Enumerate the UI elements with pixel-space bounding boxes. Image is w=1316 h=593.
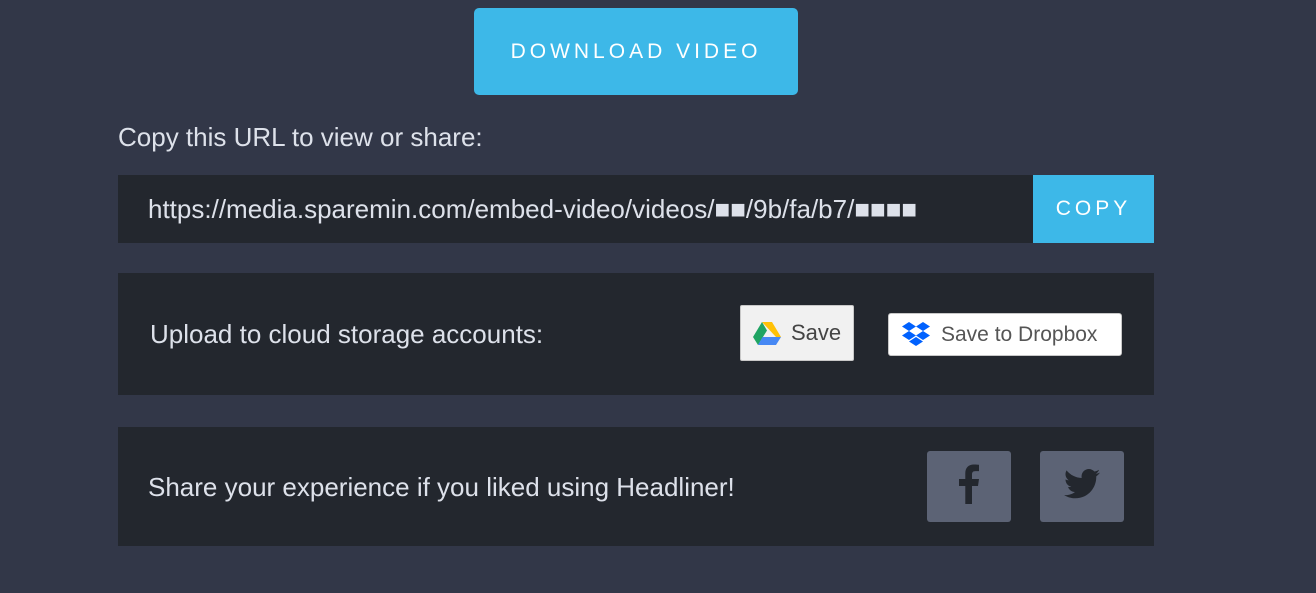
- cloud-upload-panel: Upload to cloud storage accounts: Save S…: [118, 273, 1154, 395]
- download-video-button[interactable]: DOWNLOAD VIDEO: [474, 8, 798, 95]
- twitter-icon: [1064, 469, 1100, 504]
- facebook-share-button[interactable]: [927, 451, 1011, 522]
- social-share-panel: Share your experience if you liked using…: [118, 427, 1154, 546]
- google-drive-icon: [753, 321, 781, 345]
- social-share-heading: Share your experience if you liked using…: [148, 472, 735, 502]
- cloud-upload-heading: Upload to cloud storage accounts:: [150, 319, 544, 349]
- facebook-icon: [958, 464, 980, 509]
- dropbox-save-label: Save to Dropbox: [941, 322, 1098, 346]
- google-drive-save-label: Save: [791, 320, 842, 345]
- save-to-google-drive-button[interactable]: Save: [740, 305, 854, 361]
- share-url-heading: Copy this URL to view or share:: [118, 122, 483, 152]
- share-url-row: https://media.sparemin.com/embed-video/v…: [118, 175, 1154, 243]
- save-to-dropbox-button[interactable]: Save to Dropbox: [888, 313, 1122, 356]
- dropbox-icon: [901, 321, 931, 348]
- twitter-share-button[interactable]: [1040, 451, 1124, 522]
- share-url-field[interactable]: https://media.sparemin.com/embed-video/v…: [118, 194, 1033, 225]
- copy-button[interactable]: COPY: [1033, 175, 1154, 243]
